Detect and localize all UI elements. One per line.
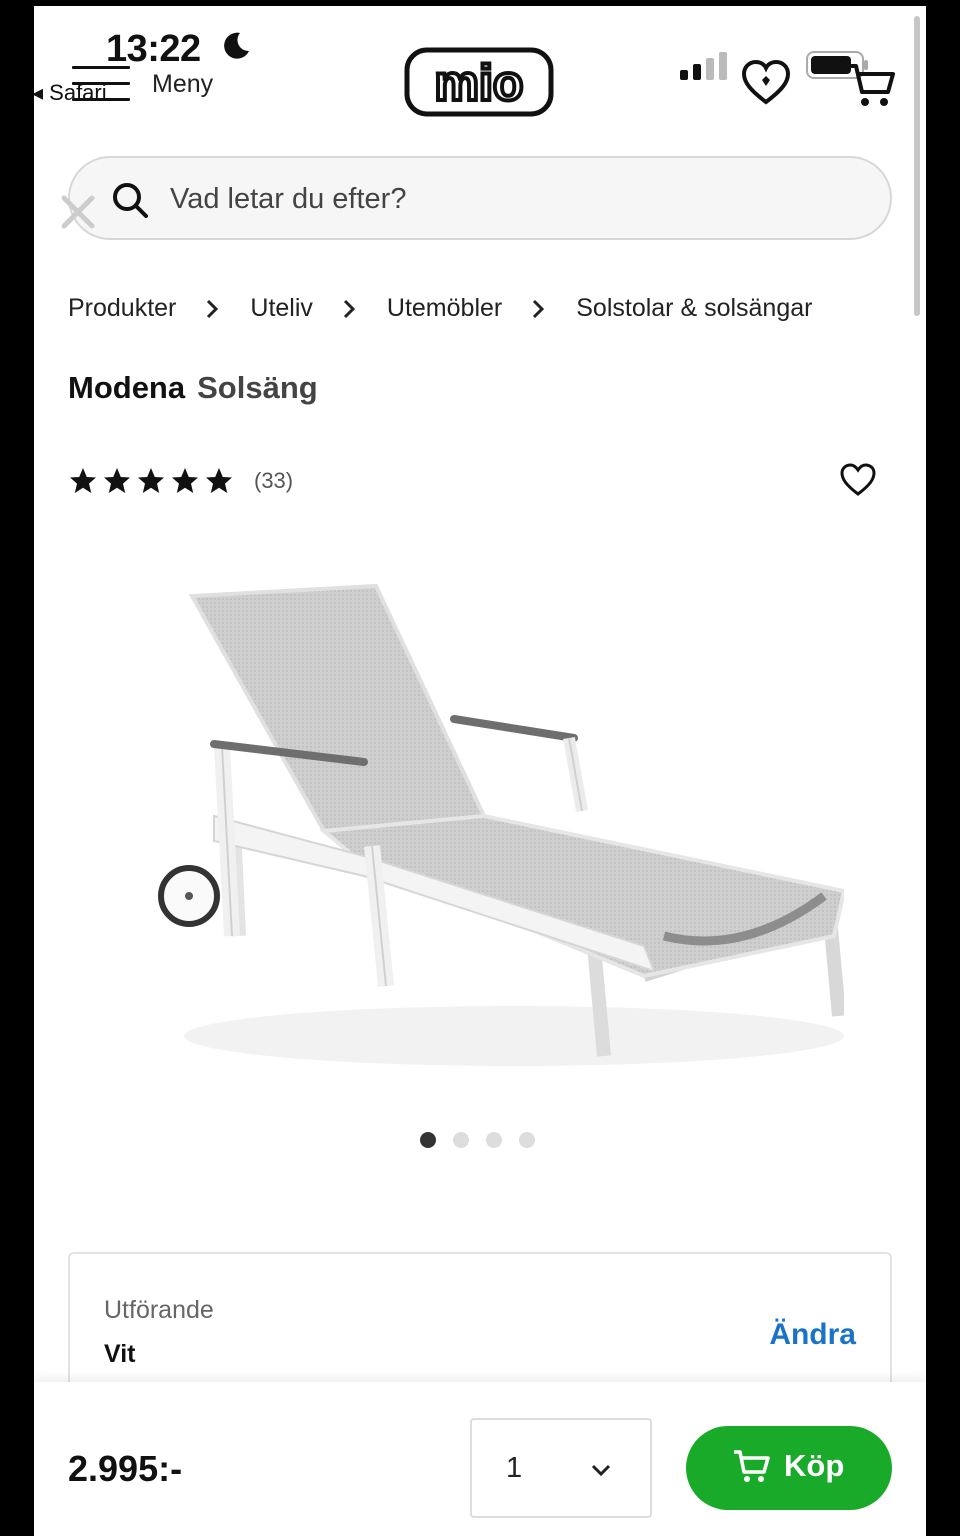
scrollbar[interactable] bbox=[914, 16, 920, 316]
product-price: 2.995:- bbox=[68, 1448, 183, 1489]
breadcrumb-item-produkter[interactable]: Produkter bbox=[68, 294, 176, 323]
product-type: Solsäng bbox=[197, 370, 318, 405]
star-icon bbox=[206, 468, 232, 493]
buy-button[interactable]: Köp bbox=[686, 1426, 892, 1510]
purchase-bar: 2.995:- 1 Köp bbox=[34, 1382, 926, 1536]
chevron-right-icon bbox=[343, 299, 356, 318]
star-icon bbox=[172, 468, 198, 493]
cart-icon bbox=[734, 1450, 770, 1482]
quantity-value: 1 bbox=[506, 1452, 523, 1484]
variant-label: Utförande bbox=[104, 1296, 214, 1324]
carousel-dot[interactable] bbox=[420, 1132, 436, 1148]
product-rating[interactable]: (33) bbox=[68, 466, 293, 496]
carousel-dot[interactable] bbox=[519, 1132, 535, 1148]
favorite-heart-icon[interactable] bbox=[840, 462, 876, 498]
wishlist-heart-icon[interactable] bbox=[740, 58, 792, 108]
back-arrow-icon: ◂ bbox=[34, 80, 44, 105]
moon-icon bbox=[224, 32, 249, 59]
carousel-dot[interactable] bbox=[486, 1132, 502, 1148]
chevron-right-icon bbox=[533, 299, 545, 318]
star-icon bbox=[104, 468, 130, 493]
chevron-down-icon bbox=[591, 1464, 611, 1477]
product-page: 13:22 ◂ Safari Meny mio Vad letar du eft… bbox=[34, 6, 926, 1536]
search-icon bbox=[113, 183, 148, 218]
search-bar[interactable] bbox=[68, 156, 892, 240]
image-carousel-dots[interactable] bbox=[420, 1132, 552, 1148]
breadcrumb: Produkter Uteliv Utemöbler Solstolar & s… bbox=[68, 294, 812, 323]
buy-label: Köp bbox=[784, 1448, 845, 1483]
product-title: Modena Solsäng bbox=[68, 370, 318, 406]
search-input[interactable] bbox=[170, 172, 850, 226]
star-icon bbox=[70, 468, 96, 493]
logo-text: mio bbox=[435, 55, 524, 111]
hamburger-icon bbox=[72, 66, 130, 106]
carousel-dot[interactable] bbox=[453, 1132, 469, 1148]
mio-logo[interactable]: mio bbox=[404, 46, 554, 118]
product-brand: Modena bbox=[68, 370, 186, 405]
star-icon bbox=[138, 468, 164, 493]
signal-icon bbox=[680, 52, 727, 80]
menu-button[interactable]: Meny bbox=[72, 54, 222, 108]
review-count: (33) bbox=[254, 468, 294, 493]
change-variant-link[interactable]: Ändra bbox=[769, 1318, 856, 1352]
product-image[interactable] bbox=[114, 566, 844, 1086]
close-icon[interactable] bbox=[58, 192, 98, 232]
breadcrumb-item-solstolar[interactable]: Solstolar & solsängar bbox=[576, 294, 812, 323]
quantity-select[interactable]: 1 bbox=[470, 1418, 652, 1518]
chevron-right-icon bbox=[207, 299, 219, 318]
menu-label: Meny bbox=[152, 70, 214, 98]
breadcrumb-item-uteliv[interactable]: Uteliv bbox=[250, 294, 313, 323]
cart-icon[interactable] bbox=[846, 62, 896, 108]
rating-stars bbox=[68, 466, 238, 496]
breadcrumb-item-utemobler[interactable]: Utemöbler bbox=[387, 294, 502, 323]
variant-value: Vit bbox=[104, 1340, 136, 1368]
variant-selector: Utförande Vit Ändra bbox=[68, 1252, 892, 1402]
